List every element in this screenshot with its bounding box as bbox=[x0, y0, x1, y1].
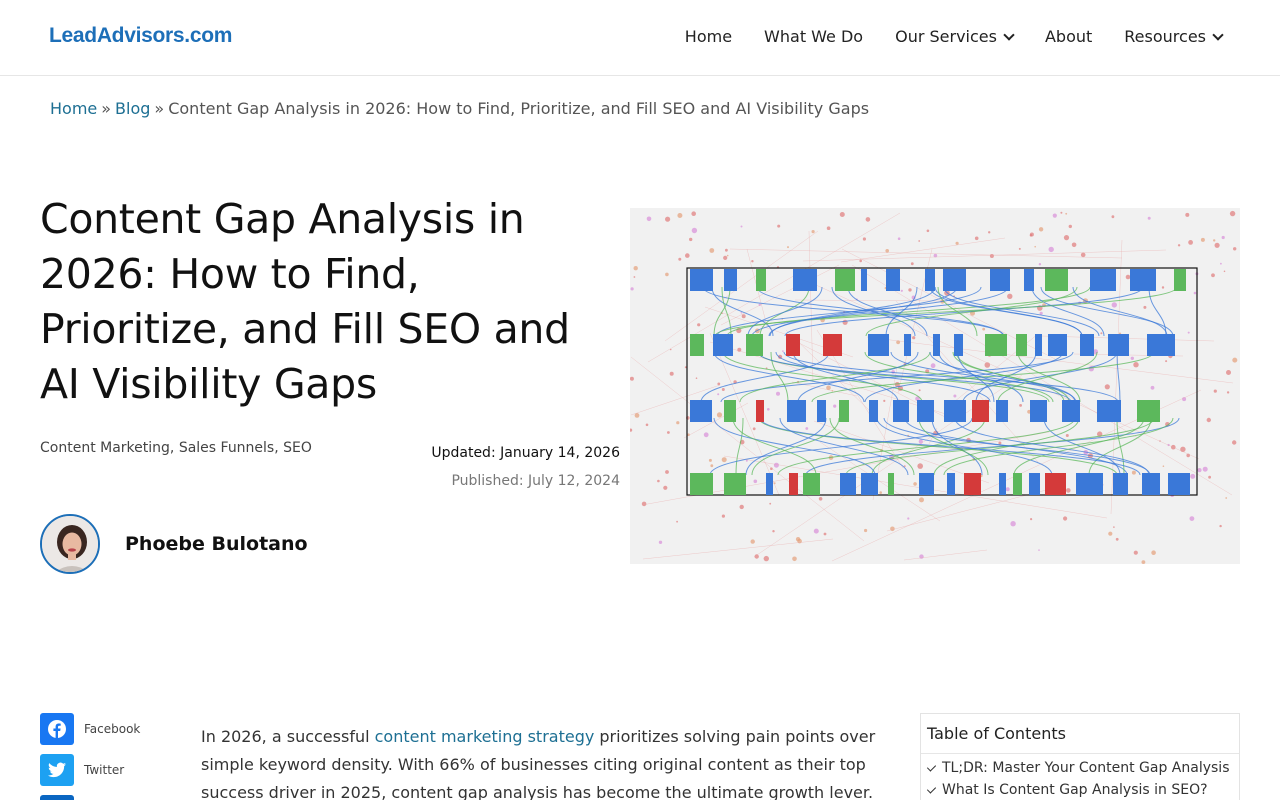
nav-item-about[interactable]: About bbox=[1045, 27, 1092, 46]
category-link[interactable]: Content Marketing bbox=[40, 440, 170, 456]
post-categories: Content Marketing, Sales Funnels, SEO bbox=[40, 440, 312, 456]
toc-item-label: What Is Content Gap Analysis in SEO? bbox=[942, 782, 1208, 798]
breadcrumb-separator: » bbox=[154, 99, 165, 118]
check-icon bbox=[926, 783, 937, 794]
share-linkedin[interactable] bbox=[40, 795, 140, 800]
twitter-icon bbox=[40, 754, 74, 786]
toc-item[interactable]: What Is Content Gap Analysis in SEO? bbox=[921, 776, 1239, 798]
category-link[interactable]: Sales Funnels bbox=[179, 440, 274, 456]
share-label: Twitter bbox=[84, 763, 125, 777]
nav-label: Resources bbox=[1124, 27, 1206, 46]
article-text: In 2026, a successful bbox=[201, 727, 375, 746]
chevron-down-icon bbox=[1212, 28, 1224, 41]
toc-item[interactable]: TL;DR: Master Your Content Gap Analysis bbox=[921, 754, 1239, 776]
toc-item-label: TL;DR: Master Your Content Gap Analysis bbox=[942, 760, 1230, 776]
nav-item-resources[interactable]: Resources bbox=[1124, 27, 1224, 46]
updated-value: January 14, 2026 bbox=[500, 445, 620, 461]
site-header: LeadAdvisors.com Home What We Do Our Ser… bbox=[0, 0, 1280, 76]
linkedin-icon bbox=[40, 795, 74, 800]
table-of-contents: Table of Contents TL;DR: Master Your Con… bbox=[920, 713, 1240, 800]
share-buttons: Facebook Twitter bbox=[40, 713, 140, 800]
share-facebook[interactable]: Facebook bbox=[40, 713, 140, 745]
nav-label: About bbox=[1044, 27, 1093, 46]
breadcrumb-separator: » bbox=[101, 99, 112, 118]
nav-label: Home bbox=[684, 27, 733, 46]
nav-item-what-we-do[interactable]: What We Do bbox=[764, 27, 863, 46]
site-logo[interactable]: LeadAdvisors.com bbox=[49, 24, 232, 48]
toc-title: Table of Contents bbox=[921, 714, 1239, 754]
author-block: Phoebe Bulotano bbox=[40, 514, 308, 574]
author-photo bbox=[42, 516, 98, 572]
avatar[interactable] bbox=[40, 514, 100, 574]
breadcrumb-home[interactable]: Home bbox=[50, 99, 97, 118]
hero-image bbox=[630, 208, 1240, 564]
breadcrumb-current: Content Gap Analysis in 2026: How to Fin… bbox=[168, 99, 870, 118]
breadcrumb-blog[interactable]: Blog bbox=[115, 99, 150, 118]
check-icon bbox=[926, 761, 937, 772]
article-body: In 2026, a successful content marketing … bbox=[201, 723, 891, 800]
network-diagram-illustration bbox=[630, 210, 1238, 564]
updated-date: Updated: January 14, 2026 bbox=[431, 439, 620, 467]
published-value: July 12, 2024 bbox=[528, 473, 620, 489]
published-label: Published: bbox=[451, 473, 524, 489]
chevron-down-icon bbox=[1003, 28, 1015, 41]
post-dates: Updated: January 14, 2026 Published: Jul… bbox=[431, 439, 620, 495]
share-twitter[interactable]: Twitter bbox=[40, 754, 140, 786]
breadcrumb: Home» Blog» Content Gap Analysis in 2026: … bbox=[50, 99, 869, 118]
content-marketing-strategy-link[interactable]: content marketing strategy bbox=[375, 727, 595, 746]
facebook-icon bbox=[40, 713, 74, 745]
updated-label: Updated: bbox=[431, 445, 496, 461]
published-date: Published: July 12, 2024 bbox=[431, 467, 620, 495]
category-link[interactable]: SEO bbox=[283, 440, 312, 456]
page-title: Content Gap Analysis in 2026: How to Fin… bbox=[40, 195, 570, 408]
main-nav: Home What We Do Our Services About Resou… bbox=[685, 27, 1224, 46]
nav-item-home[interactable]: Home bbox=[685, 27, 732, 46]
nav-label: Our Services bbox=[895, 27, 997, 46]
nav-item-our-services[interactable]: Our Services bbox=[895, 27, 1015, 46]
author-name[interactable]: Phoebe Bulotano bbox=[125, 533, 308, 555]
nav-label: What We Do bbox=[764, 27, 864, 46]
share-label: Facebook bbox=[84, 722, 141, 736]
